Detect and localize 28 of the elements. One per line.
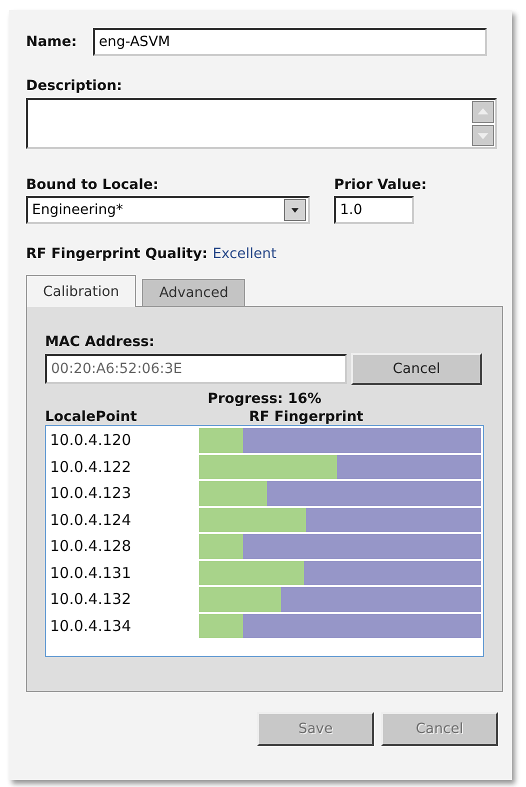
progress-text: Progress: 16% — [208, 391, 322, 407]
column-header: RF Fingerprint — [249, 409, 364, 425]
locale-label: Bound to Locale: — [26, 177, 160, 193]
quality-label: RF Fingerprint Quality: — [26, 246, 208, 262]
name-field[interactable]: eng-ASVM — [92, 28, 487, 56]
description-label: Description: — [26, 78, 122, 94]
tab[interactable]: Calibration — [26, 275, 136, 307]
quality-value: Excellent — [212, 246, 277, 262]
name-label: Name: — [26, 34, 77, 50]
locale-dropdown[interactable]: Engineering* — [26, 196, 310, 224]
locale-point-cell-text: 10.0.4.123 — [49, 484, 132, 502]
tab[interactable]: Advanced — [142, 279, 246, 307]
locale-point-cell-text: 10.0.4.131 — [49, 564, 132, 582]
locale-point-cell-text: 10.0.4.134 — [49, 616, 132, 635]
prior-value-label: Prior Value: — [334, 177, 427, 193]
locale-point-cell-text: 10.0.4.128 — [49, 537, 132, 556]
locale-point-cell-text: 10.0.4.120 — [49, 431, 132, 450]
scroll-up-icon[interactable] — [472, 101, 494, 122]
locale-value: Engineering* — [32, 202, 123, 218]
mac-label: MAC Address: — [45, 334, 154, 350]
description-field[interactable] — [26, 98, 497, 149]
caret-icon[interactable] — [284, 199, 306, 221]
column-header: LocalePoint — [45, 409, 138, 425]
locale-point-cell-text: 10.0.4.132 — [49, 590, 132, 608]
locale-point-cell-text: 10.0.4.122 — [49, 458, 132, 476]
prior-value-field[interactable]: 1.0 — [334, 196, 414, 224]
scroll-down-icon[interactable] — [472, 124, 494, 146]
locale-point-cell-text: 10.0.4.124 — [49, 510, 132, 529]
